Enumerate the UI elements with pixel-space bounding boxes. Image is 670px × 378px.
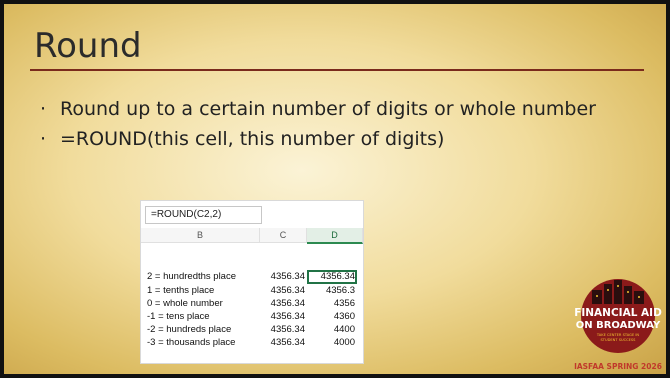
spreadsheet-screenshot: =ROUND(C2,2) B C D 2 = hundredths place … [140,200,364,364]
cell-value: 4356.34 [270,298,305,309]
cell-description: 0 = whole number [147,298,223,309]
logo-line2: ON BROADWAY [576,320,661,331]
bullet-dot-icon: · [40,128,47,150]
cell-rounded: 4360 [333,311,355,322]
column-header-b: B [141,228,260,243]
bullet-dot-icon: · [40,98,47,120]
table-row: 1 = tenths place 4356.34 4356.3 [141,285,363,297]
formula-bar: =ROUND(C2,2) [145,206,262,224]
cell-rounded: 4356 [333,298,355,309]
cell-description: 1 = tenths place [147,285,215,296]
logo-line1: FINANCIAL AID [574,307,662,319]
cell-description: -3 = thousands place [147,337,236,348]
column-header-d: D [307,228,363,244]
cell-value: 4356.34 [270,285,305,296]
cell-value: 4356.34 [270,324,305,335]
active-cell-selection[interactable] [307,270,357,284]
bullet-item: · Round up to a certain number of digits… [38,96,598,122]
table-row: -3 = thousands place 4356.34 4000 [141,337,363,349]
financial-aid-on-broadway-logo: FINANCIAL AID ON BROADWAY TAKE CENTER ST… [574,279,662,371]
cell-rounded: 4356.3 [325,285,355,296]
table-row: -1 = tens place 4356.34 4360 [141,311,363,323]
cell-value: 4356.34 [270,337,305,348]
cell-description: -1 = tens place [147,311,210,322]
cell-value: 4356.34 [270,271,305,282]
logo-footer: IASFAA SPRING 2026 [574,362,662,371]
bullet-text: Round up to a certain number of digits o… [60,98,596,120]
cell-rounded: 4000 [333,337,355,348]
slide: Round · Round up to a certain number of … [0,0,670,378]
logo-tagline1: TAKE CENTER STAGE IN [596,333,640,337]
bullet-text: =ROUND(this cell, this number of digits) [60,128,445,150]
bullet-item: · =ROUND(this cell, this number of digit… [38,126,598,152]
cell-description: -2 = hundreds place [147,324,232,335]
table-row: -2 = hundreds place 4356.34 4400 [141,324,363,336]
cell-value: 4356.34 [270,311,305,322]
bullet-list: · Round up to a certain number of digits… [38,96,598,156]
cell-rounded: 4400 [333,324,355,335]
column-header-c: C [260,228,307,243]
logo-tagline2: STUDENT SUCCESS [601,338,637,342]
cell-description: 2 = hundredths place [147,271,236,282]
slide-title: Round [34,26,142,66]
title-divider [30,69,644,71]
table-row: 0 = whole number 4356.34 4356 [141,298,363,310]
